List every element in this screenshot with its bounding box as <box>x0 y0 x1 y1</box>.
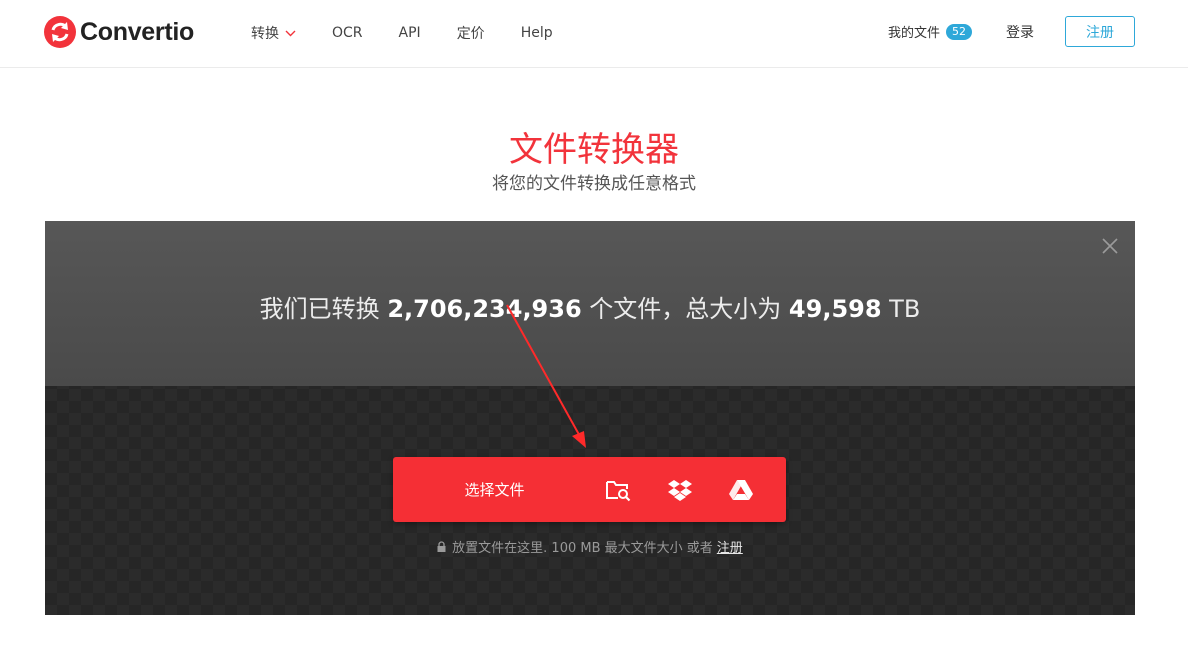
total-size: 49,598 <box>788 295 882 323</box>
main-nav: 转换 OCR API 定价 Help <box>251 23 589 43</box>
nav-ocr[interactable]: OCR <box>332 25 363 41</box>
nav-pricing-label: 定价 <box>456 26 485 42</box>
dropbox-icon[interactable] <box>666 476 694 504</box>
page-title: 文件转换器 <box>509 130 679 170</box>
nav-pricing[interactable]: 定价 <box>457 23 485 43</box>
nav-convert[interactable]: 转换 <box>251 23 296 43</box>
my-files-link[interactable]: 我的文件 52 <box>888 22 972 41</box>
login-link[interactable]: 登录 <box>1006 22 1034 42</box>
close-icon[interactable] <box>1101 237 1119 255</box>
drop-hint-text: 放置文件在这里. 100 MB 最大文件大小 或者 <box>452 541 713 556</box>
upload-panel[interactable]: 我们已转换 2,706,234,936 个文件，总大小为 49,598 TB 选… <box>45 221 1135 615</box>
size-unit: TB <box>881 295 921 323</box>
google-drive-icon[interactable] <box>727 476 755 504</box>
nav-help-label: Help <box>520 25 553 41</box>
convertio-logo-icon <box>44 16 76 48</box>
drop-hint: 放置文件在这里. 100 MB 最大文件大小 或者 注册 <box>45 537 1135 556</box>
signup-button[interactable]: 注册 <box>1065 16 1135 47</box>
nav-api[interactable]: API <box>399 25 421 41</box>
nav-convert-label: 转换 <box>251 26 279 42</box>
nav-help[interactable]: Help <box>521 25 553 41</box>
files-count: 2,706,234,936 <box>387 295 582 323</box>
conversion-stats: 我们已转换 2,706,234,936 个文件，总大小为 49,598 TB <box>45 289 1135 324</box>
top-header: Convertio 转换 OCR API 定价 Help 我的文件 52 登录 … <box>0 0 1188 68</box>
folder-search-icon[interactable] <box>604 476 632 504</box>
nav-api-label: API <box>398 25 421 41</box>
account-nav: 我的文件 52 登录 注册 <box>888 16 1135 47</box>
choose-files-bar: 选择文件 <box>393 457 786 522</box>
chevron-down-icon <box>285 30 296 36</box>
lock-icon <box>437 541 446 552</box>
page-subtitle: 将您的文件转换成任意格式 <box>492 174 696 194</box>
my-files-label: 我的文件 <box>887 26 940 41</box>
signup-link[interactable]: 注册 <box>717 537 743 556</box>
stats-prefix: 我们已转换 <box>259 295 388 323</box>
stats-mid: 个文件，总大小为 <box>581 295 789 323</box>
my-files-count-badge: 52 <box>946 23 972 40</box>
choose-files-button[interactable]: 选择文件 <box>393 457 596 522</box>
nav-ocr-label: OCR <box>332 25 363 41</box>
logo[interactable]: Convertio <box>44 16 194 48</box>
logo-text: Convertio <box>80 17 194 46</box>
